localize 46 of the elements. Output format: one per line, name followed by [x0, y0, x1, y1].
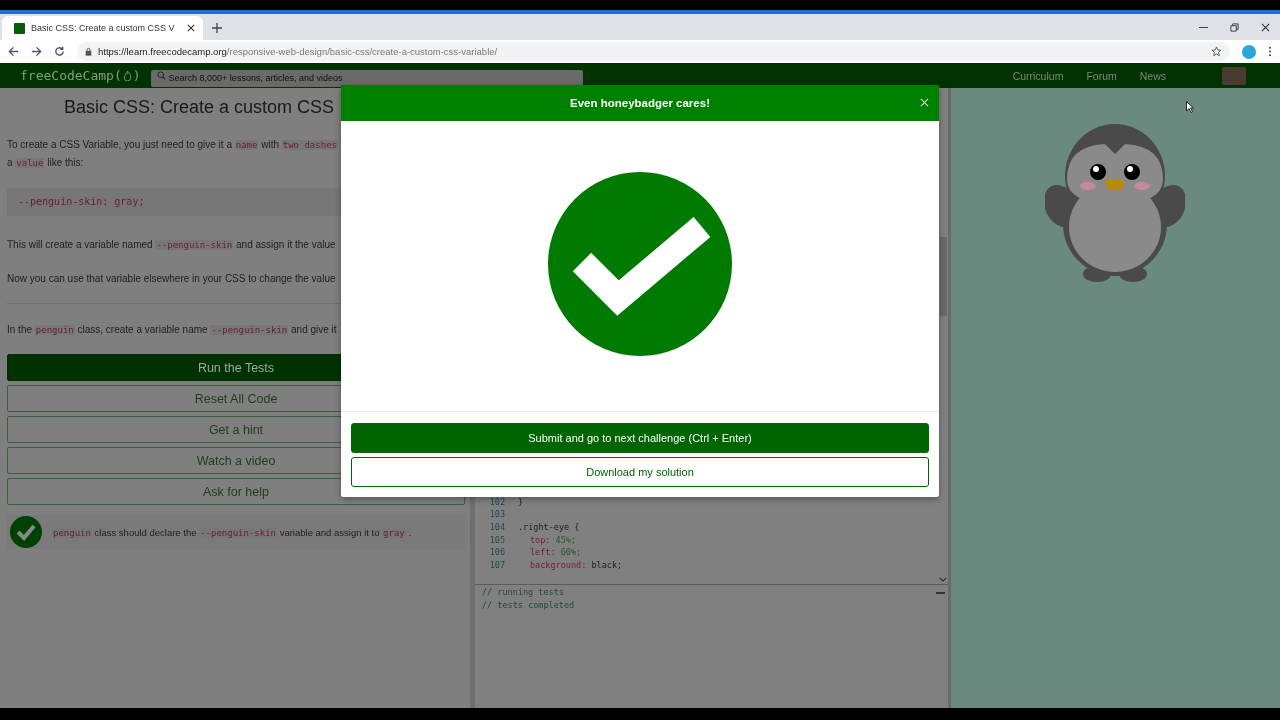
challenge-title: Basic CSS: Create a custom CSS — [64, 96, 336, 119]
nav-link[interactable]: Forum — [1086, 69, 1117, 82]
success-check-icon — [547, 172, 732, 356]
code-line: left: 60%; — [529, 547, 582, 558]
line-number: 103 — [488, 509, 505, 520]
tab-title: Basic CSS: Create a custom CSS V — [31, 23, 175, 33]
lock-icon — [85, 47, 92, 56]
search-field[interactable]: Search 8,000+ lessons, articles, and videos — [150, 69, 583, 87]
line-number: 104 — [488, 521, 505, 532]
logo-text[interactable]: ) — [132, 68, 141, 83]
back-icon[interactable] — [8, 46, 19, 57]
browser-tab[interactable]: Basic CSS: Create a custom CSS V — [2, 16, 203, 40]
url-text: https://learn.freecodecamp.org/responsive-web-design/basic-css/create-a-custom-css-variable/ — [98, 46, 499, 57]
reload-icon[interactable] — [54, 46, 65, 57]
new-tab-icon[interactable] — [211, 23, 222, 33]
nav-link[interactable]: News — [1139, 69, 1166, 82]
address-bar[interactable]: https://learn.freecodecamp.org/responsive-web-design/basic-css/create-a-custom-css-variable/ — [77, 42, 1230, 61]
console-line: // tests completed — [482, 599, 576, 612]
paragraph: Now you can use that variable elsewhere in your CSS to change the value — [7, 272, 337, 286]
scroll-down-icon[interactable] — [939, 577, 947, 582]
nav-link[interactable]: Curriculum — [1012, 69, 1064, 82]
restore-icon[interactable] — [1230, 22, 1239, 32]
favicon-icon — [14, 22, 25, 34]
line-number: 107 — [488, 559, 505, 570]
code-line: background: black; — [529, 559, 623, 570]
forward-icon[interactable] — [31, 46, 42, 57]
mouse-pointer-icon — [1186, 101, 1194, 113]
star-icon[interactable] — [1211, 46, 1222, 57]
search-icon — [156, 71, 166, 80]
console-line: // running tests — [482, 587, 565, 599]
code-line: .right-eye { — [518, 521, 580, 532]
menu-icon[interactable] — [1268, 46, 1272, 57]
code-line: } — [518, 496, 524, 507]
flame-icon — [122, 70, 132, 81]
line-number: 106 — [488, 547, 505, 558]
modal-title: Even honeybadger cares! — [570, 97, 710, 109]
close-icon[interactable] — [1261, 22, 1270, 32]
line-number: 102 — [488, 496, 505, 507]
code-line: top: 45%; — [529, 534, 577, 545]
line-number: 105 — [488, 534, 505, 545]
close-icon[interactable] — [186, 24, 195, 32]
test-text: penguin class should declare the --penguin-skin variable and assign it to gray . — [52, 526, 412, 538]
submit-button[interactable]: Submit and go to next challenge (Ctrl + Enter) — [351, 423, 929, 453]
logo-text[interactable]: freeCodeCamp( — [20, 68, 122, 83]
download-button[interactable]: Download my solution — [351, 457, 929, 487]
extension-icon[interactable] — [1242, 44, 1256, 59]
